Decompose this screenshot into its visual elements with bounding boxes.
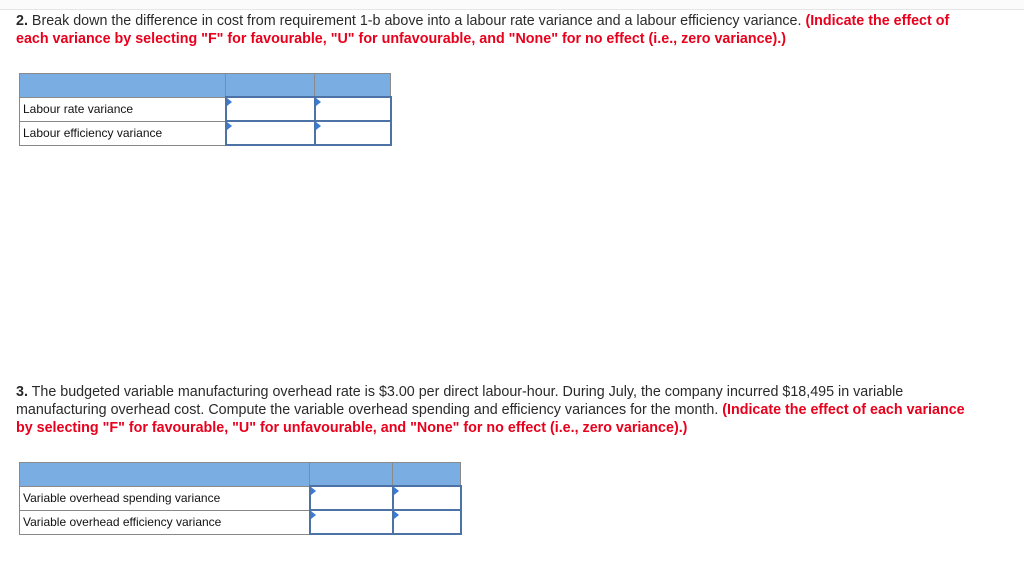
- question-2-number: 2.: [16, 13, 28, 29]
- overhead-spending-variance-amount-dropdown[interactable]: [308, 485, 394, 511]
- dropdown-marker-icon: [226, 98, 232, 106]
- overhead-variance-table: Variable overhead spending variance Vari…: [19, 462, 462, 535]
- header-cell-effect: [314, 73, 391, 98]
- dropdown-marker-icon: [315, 122, 321, 130]
- header-cell-effect: [392, 462, 461, 487]
- overhead-efficiency-variance-effect-dropdown[interactable]: [391, 509, 462, 535]
- header-cell-amount: [309, 462, 393, 487]
- overhead-spending-variance-effect-select[interactable]: [393, 487, 460, 509]
- table-header-row: [19, 73, 391, 98]
- labour-efficiency-variance-amount-select[interactable]: [226, 122, 314, 144]
- dropdown-marker-icon: [393, 487, 399, 495]
- table-row: Variable overhead spending variance: [19, 485, 462, 511]
- row-label-labour-efficiency-variance: Labour efficiency variance: [19, 120, 226, 146]
- labour-rate-variance-amount-select[interactable]: [226, 98, 314, 120]
- row-label-overhead-spending-variance: Variable overhead spending variance: [19, 485, 310, 511]
- table-header-row: [19, 462, 461, 487]
- question-2-prompt: 2. Break down the difference in cost fro…: [16, 12, 976, 48]
- overhead-spending-variance-amount-select[interactable]: [310, 487, 392, 509]
- table-row: Variable overhead efficiency variance: [19, 509, 462, 535]
- labour-rate-variance-effect-dropdown[interactable]: [313, 96, 392, 122]
- dropdown-marker-icon: [310, 487, 316, 495]
- header-cell-amount: [225, 73, 315, 98]
- table-row: Labour efficiency variance: [19, 120, 392, 146]
- labour-rate-variance-effect-select[interactable]: [315, 98, 390, 120]
- row-label-overhead-efficiency-variance: Variable overhead efficiency variance: [19, 509, 310, 535]
- overhead-spending-variance-effect-dropdown[interactable]: [391, 485, 462, 511]
- dropdown-marker-icon: [226, 122, 232, 130]
- overhead-efficiency-variance-amount-dropdown[interactable]: [308, 509, 394, 535]
- labour-efficiency-variance-effect-dropdown[interactable]: [313, 120, 392, 146]
- labour-efficiency-variance-amount-dropdown[interactable]: [224, 120, 316, 146]
- question-3-number: 3.: [16, 384, 28, 400]
- header-cell-label: [19, 73, 226, 98]
- dropdown-marker-icon: [393, 511, 399, 519]
- dropdown-marker-icon: [315, 98, 321, 106]
- overhead-efficiency-variance-effect-select[interactable]: [393, 511, 460, 533]
- overhead-efficiency-variance-amount-select[interactable]: [310, 511, 392, 533]
- header-cell-label: [19, 462, 310, 487]
- labour-variance-table: Labour rate variance Labour efficiency v…: [19, 73, 392, 146]
- row-label-labour-rate-variance: Labour rate variance: [19, 96, 226, 122]
- top-bar: [0, 0, 1024, 10]
- table-row: Labour rate variance: [19, 96, 392, 122]
- question-2-text: Break down the difference in cost from r…: [27, 13, 806, 29]
- dropdown-marker-icon: [310, 511, 316, 519]
- question-3-prompt: 3. The budgeted variable manufacturing o…: [16, 383, 976, 437]
- labour-rate-variance-amount-dropdown[interactable]: [224, 96, 316, 122]
- labour-efficiency-variance-effect-select[interactable]: [315, 122, 390, 144]
